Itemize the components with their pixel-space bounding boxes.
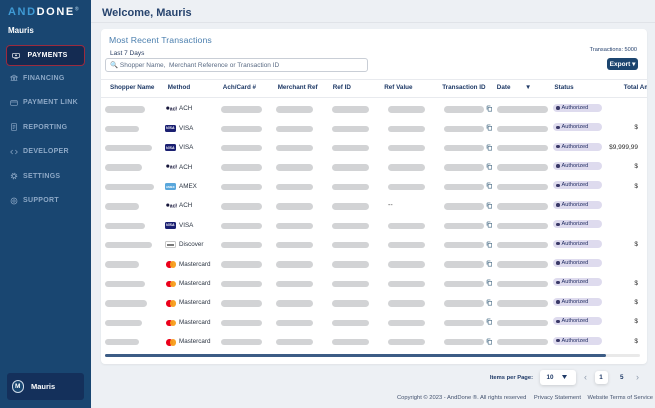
svg-text:ach: ach bbox=[169, 164, 177, 170]
svg-text:ach: ach bbox=[169, 106, 177, 112]
svg-text:ach: ach bbox=[169, 203, 177, 209]
